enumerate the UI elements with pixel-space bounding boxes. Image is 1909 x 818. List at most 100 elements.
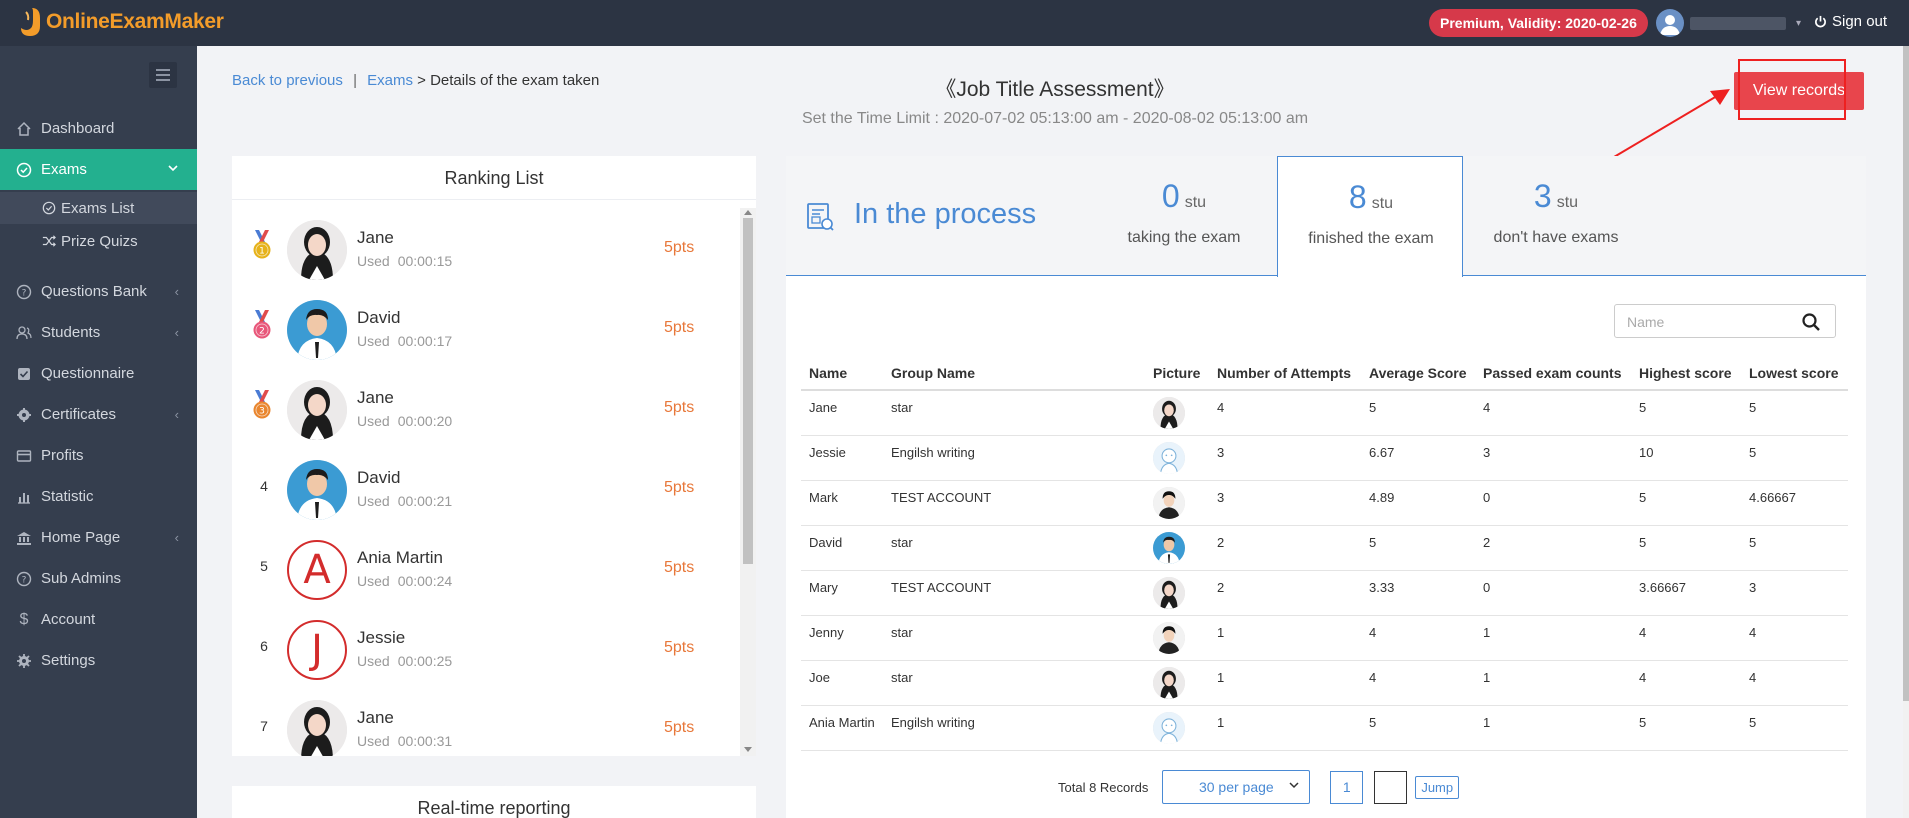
per-page-select[interactable]: 30 per page	[1162, 770, 1311, 804]
sidebar-item-settings[interactable]: Settings	[0, 640, 197, 681]
ranking-scrollbar[interactable]	[740, 208, 756, 756]
sidebar-item-label: Questionnaire	[41, 365, 135, 382]
sidebar-item-students[interactable]: Students ‹	[0, 312, 197, 353]
scrollbar-thumb[interactable]	[1903, 46, 1909, 701]
realtime-title: Real-time reporting	[417, 798, 571, 818]
sidebar: Dashboard Exams Exams List Prize Quizs ?…	[0, 46, 197, 818]
cell-group: star	[883, 390, 1145, 436]
search-field	[1614, 304, 1836, 338]
column-header[interactable]: Name	[801, 356, 883, 391]
ranking-list[interactable]: 1 Jane Used 00:00:15 5pts 2 David Used 00:…	[232, 208, 740, 756]
table-row[interactable]: Mark TEST ACCOUNT 3 4.89 0 5 4.66667	[801, 480, 1848, 526]
avatar	[1153, 666, 1185, 699]
ranking-row[interactable]: 2 David Used 00:00:17 5pts	[232, 288, 740, 368]
cell-group: TEST ACCOUNT	[883, 570, 1145, 616]
cell-passed: 0	[1475, 480, 1631, 526]
cell-name: Ania Martin	[801, 705, 883, 751]
annotation-arrow-icon	[1613, 89, 1730, 158]
avatar	[1153, 441, 1185, 474]
column-header[interactable]: Lowest score	[1741, 356, 1848, 391]
search-icon[interactable]	[1801, 312, 1821, 332]
table-row[interactable]: David star 2 5 2 5 5	[801, 525, 1848, 571]
ranking-row[interactable]: 5 A Ania Martin Used 00:00:24 5pts	[232, 528, 740, 608]
column-header[interactable]: Number of Attempts	[1209, 356, 1361, 391]
signout-button[interactable]: Sign out	[1814, 13, 1887, 30]
ranking-points: 5pts	[664, 559, 695, 576]
scroll-up-icon[interactable]	[744, 210, 752, 215]
table-row[interactable]: Jane star 4 5 4 5 5	[801, 390, 1848, 436]
sidebar-item-certificates[interactable]: Certificates ‹	[0, 394, 197, 435]
sidebar-item-profits[interactable]: Profits	[0, 435, 197, 476]
cell-highest: 4	[1631, 660, 1741, 706]
user-menu[interactable]: ▾	[1656, 9, 1801, 37]
table-row[interactable]: Jessie Engilsh writing 3 6.67 3 10 5	[801, 435, 1848, 481]
sidebar-item-statistic[interactable]: Statistic	[0, 476, 197, 517]
chevron-down-icon	[167, 162, 179, 174]
sidebar-subitem-prize-quizs[interactable]: Prize Quizs	[0, 225, 197, 257]
card-icon	[14, 446, 34, 466]
sidebar-subitem-exams-list[interactable]: Exams List	[0, 192, 197, 224]
ranking-row[interactable]: 4 David Used 00:00:21 5pts	[232, 448, 740, 528]
avatar	[1153, 621, 1185, 654]
cell-attempts: 1	[1209, 705, 1361, 751]
dollar-icon: $	[19, 610, 29, 628]
premium-badge[interactable]: Premium, Validity: 2020-02-26	[1429, 9, 1648, 37]
cell-picture	[1145, 615, 1209, 661]
ranking-row[interactable]: 1 Jane Used 00:00:15 5pts	[232, 208, 740, 288]
sidebar-item-exams[interactable]: Exams	[0, 149, 197, 190]
cell-average: 4	[1361, 615, 1475, 661]
page-scrollbar[interactable]	[1903, 46, 1909, 818]
stat-taking-exam[interactable]: 0 stu taking the exam	[1091, 156, 1277, 276]
app-logo[interactable]: OnlineExamMaker	[18, 6, 224, 38]
column-header[interactable]: Average Score	[1361, 356, 1475, 391]
results-table: Name Group Name Picture Number of Attemp…	[801, 356, 1848, 751]
menu-toggle-icon[interactable]	[149, 62, 177, 88]
jump-button[interactable]: Jump	[1415, 775, 1460, 799]
ranking-row[interactable]: 7 Jane Used 00:00:31 5pts	[232, 688, 740, 756]
back-link[interactable]: Back to previous	[232, 72, 343, 89]
ranking-row[interactable]: 3 Jane Used 00:00:20 5pts	[232, 368, 740, 448]
column-header[interactable]: Group Name	[883, 356, 1145, 391]
stat-finished-exam[interactable]: 8 stu finished the exam	[1277, 156, 1463, 277]
table-row[interactable]: Joe star 1 4 1 4 4	[801, 660, 1848, 706]
ranking-title: Ranking List	[232, 156, 756, 200]
sidebar-subitem-label: Prize Quizs	[61, 232, 138, 250]
scroll-down-icon[interactable]	[744, 747, 752, 752]
stat-label: taking the exam	[1127, 229, 1241, 246]
column-header[interactable]: Passed exam counts	[1475, 356, 1631, 391]
column-header[interactable]: Picture	[1145, 356, 1209, 391]
avatar	[1153, 576, 1185, 609]
ranking-time: Used 00:00:24	[357, 573, 453, 589]
table-row[interactable]: Jenny star 1 4 1 4 4	[801, 615, 1848, 661]
ranking-time: Used 00:00:31	[357, 733, 453, 749]
logo-icon	[18, 6, 44, 38]
page-button-current[interactable]: 1	[1330, 770, 1364, 804]
sidebar-item-label: Statistic	[41, 488, 94, 505]
search-input[interactable]	[1627, 312, 1797, 332]
stat-no-exams[interactable]: 3 stu don't have exams	[1463, 156, 1649, 276]
cell-lowest: 4.66667	[1741, 480, 1848, 526]
svg-text:2: 2	[259, 327, 265, 337]
sidebar-item-sub-admins[interactable]: ? Sub Admins	[0, 558, 197, 599]
table-row[interactable]: Ania Martin Engilsh writing 1 5 1 5 5	[801, 705, 1848, 751]
cell-name: David	[801, 525, 883, 571]
scrollbar-thumb[interactable]	[743, 218, 753, 564]
page-jump-input[interactable]	[1374, 770, 1408, 804]
sidebar-item-dashboard[interactable]: Dashboard	[0, 108, 197, 149]
cell-name: Mary	[801, 570, 883, 616]
sidebar-item-home-page[interactable]: Home Page ‹	[0, 517, 197, 558]
stat-unit: stu	[1184, 194, 1207, 211]
gear-badge-icon	[14, 405, 34, 425]
sidebar-item-questionnaire[interactable]: Questionnaire	[0, 353, 197, 394]
sidebar-item-questions-bank[interactable]: ? Questions Bank ‹	[0, 271, 197, 312]
ranking-row[interactable]: 6 J Jessie Used 00:00:25 5pts	[232, 608, 740, 688]
cell-group: star	[883, 525, 1145, 571]
sidebar-item-account[interactable]: $ Account	[0, 599, 197, 640]
table-row[interactable]: Mary TEST ACCOUNT 2 3.33 0 3.66667 3	[801, 570, 1848, 616]
stat-value: 8	[1348, 179, 1367, 215]
svg-text:3: 3	[259, 407, 265, 417]
breadcrumb-exams-link[interactable]: Exams	[367, 72, 413, 89]
column-header[interactable]: Highest score	[1631, 356, 1741, 391]
check-circle-icon	[42, 201, 56, 215]
users-icon	[14, 323, 34, 343]
